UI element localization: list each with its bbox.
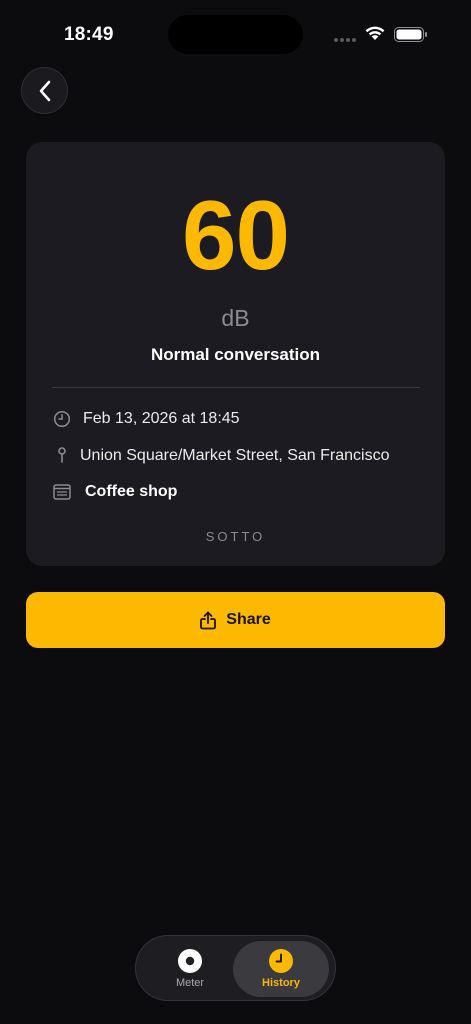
share-icon bbox=[200, 611, 217, 629]
tab-history-label: History bbox=[262, 977, 300, 989]
tab-meter-label: Meter bbox=[175, 977, 205, 989]
tab-history[interactable]: History bbox=[233, 941, 329, 997]
category-row: Coffee shop bbox=[52, 482, 177, 502]
divider bbox=[52, 387, 420, 388]
noise-description: Normal conversation bbox=[150, 345, 321, 364]
location-row: Union Square/Market Street, San Francisc… bbox=[52, 446, 389, 466]
battery-icon bbox=[394, 27, 427, 42]
reading-date: Feb 13, 2026 at 18:45 bbox=[83, 410, 240, 427]
tab-bar: Meter History bbox=[135, 935, 336, 1001]
dynamic-island bbox=[168, 15, 303, 54]
cellular-signal-icon bbox=[334, 38, 356, 42]
reading-location: Union Square/Market Street, San Francisc… bbox=[80, 447, 390, 464]
clock-icon bbox=[269, 949, 293, 973]
decibel-unit: dB bbox=[221, 305, 250, 331]
date-row: Feb 13, 2026 at 18:45 bbox=[52, 409, 240, 429]
pin-icon bbox=[52, 446, 72, 466]
status-time: 18:49 bbox=[64, 24, 114, 45]
share-label: Share bbox=[226, 611, 271, 628]
brand-wordmark: SOTTO bbox=[205, 529, 266, 544]
decibel-value: 60 bbox=[181, 180, 290, 290]
clock-icon bbox=[52, 409, 72, 429]
chevron-left-icon bbox=[39, 80, 50, 101]
status-bar: 18:49 bbox=[0, 0, 471, 60]
meter-icon bbox=[178, 949, 202, 973]
note-icon bbox=[52, 482, 72, 502]
share-button[interactable]: Share bbox=[26, 592, 445, 648]
reading-category: Coffee shop bbox=[85, 483, 178, 500]
wifi-icon bbox=[365, 26, 385, 40]
back-button[interactable] bbox=[21, 67, 68, 114]
tab-meter[interactable]: Meter bbox=[142, 941, 238, 997]
